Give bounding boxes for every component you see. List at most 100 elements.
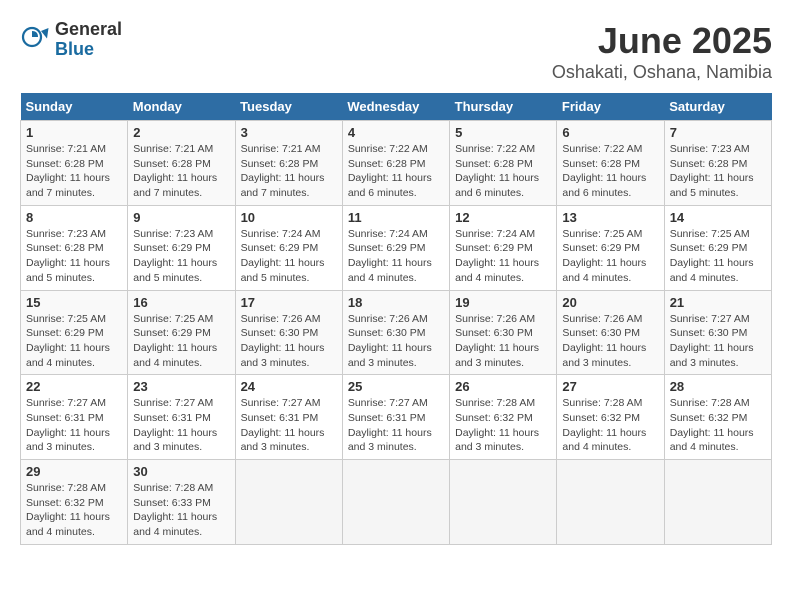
calendar-cell: 23 Sunrise: 7:27 AMSunset: 6:31 PMDaylig… [128, 375, 235, 460]
day-info: Sunrise: 7:26 AMSunset: 6:30 PMDaylight:… [348, 312, 444, 371]
calendar-cell: 11 Sunrise: 7:24 AMSunset: 6:29 PMDaylig… [342, 205, 449, 290]
day-number: 30 [133, 464, 229, 479]
month-title: June 2025 [552, 20, 772, 62]
day-info: Sunrise: 7:25 AMSunset: 6:29 PMDaylight:… [133, 312, 229, 371]
calendar-cell: 9 Sunrise: 7:23 AMSunset: 6:29 PMDayligh… [128, 205, 235, 290]
calendar-cell [235, 460, 342, 545]
day-number: 11 [348, 210, 444, 225]
calendar-table: Sunday Monday Tuesday Wednesday Thursday… [20, 93, 772, 545]
calendar-cell: 19 Sunrise: 7:26 AMSunset: 6:30 PMDaylig… [450, 290, 557, 375]
page-header: General Blue June 2025 Oshakati, Oshana,… [20, 20, 772, 83]
header-monday: Monday [128, 93, 235, 121]
calendar-cell: 5 Sunrise: 7:22 AMSunset: 6:28 PMDayligh… [450, 121, 557, 206]
header-sunday: Sunday [21, 93, 128, 121]
day-info: Sunrise: 7:24 AMSunset: 6:29 PMDaylight:… [348, 227, 444, 286]
calendar-cell [664, 460, 771, 545]
calendar-cell: 10 Sunrise: 7:24 AMSunset: 6:29 PMDaylig… [235, 205, 342, 290]
header-row: Sunday Monday Tuesday Wednesday Thursday… [21, 93, 772, 121]
calendar-cell: 2 Sunrise: 7:21 AMSunset: 6:28 PMDayligh… [128, 121, 235, 206]
day-number: 15 [26, 295, 122, 310]
calendar-cell [557, 460, 664, 545]
day-info: Sunrise: 7:27 AMSunset: 6:31 PMDaylight:… [26, 396, 122, 455]
day-info: Sunrise: 7:23 AMSunset: 6:29 PMDaylight:… [133, 227, 229, 286]
day-number: 2 [133, 125, 229, 140]
day-number: 17 [241, 295, 337, 310]
day-number: 20 [562, 295, 658, 310]
day-info: Sunrise: 7:27 AMSunset: 6:31 PMDaylight:… [348, 396, 444, 455]
calendar-cell: 12 Sunrise: 7:24 AMSunset: 6:29 PMDaylig… [450, 205, 557, 290]
day-number: 5 [455, 125, 551, 140]
day-number: 3 [241, 125, 337, 140]
logo-blue-text: Blue [55, 40, 122, 60]
header-saturday: Saturday [664, 93, 771, 121]
day-number: 14 [670, 210, 766, 225]
calendar-cell [450, 460, 557, 545]
day-info: Sunrise: 7:22 AMSunset: 6:28 PMDaylight:… [455, 142, 551, 201]
day-info: Sunrise: 7:22 AMSunset: 6:28 PMDaylight:… [348, 142, 444, 201]
day-info: Sunrise: 7:25 AMSunset: 6:29 PMDaylight:… [562, 227, 658, 286]
day-info: Sunrise: 7:21 AMSunset: 6:28 PMDaylight:… [133, 142, 229, 201]
calendar-week-1: 1 Sunrise: 7:21 AMSunset: 6:28 PMDayligh… [21, 121, 772, 206]
calendar-cell: 1 Sunrise: 7:21 AMSunset: 6:28 PMDayligh… [21, 121, 128, 206]
day-info: Sunrise: 7:25 AMSunset: 6:29 PMDaylight:… [670, 227, 766, 286]
day-info: Sunrise: 7:28 AMSunset: 6:32 PMDaylight:… [455, 396, 551, 455]
logo-text: General Blue [55, 20, 122, 60]
calendar-cell: 13 Sunrise: 7:25 AMSunset: 6:29 PMDaylig… [557, 205, 664, 290]
calendar-cell: 29 Sunrise: 7:28 AMSunset: 6:32 PMDaylig… [21, 460, 128, 545]
day-number: 29 [26, 464, 122, 479]
day-number: 21 [670, 295, 766, 310]
logo: General Blue [20, 20, 122, 60]
day-info: Sunrise: 7:27 AMSunset: 6:30 PMDaylight:… [670, 312, 766, 371]
day-info: Sunrise: 7:27 AMSunset: 6:31 PMDaylight:… [241, 396, 337, 455]
calendar-cell: 25 Sunrise: 7:27 AMSunset: 6:31 PMDaylig… [342, 375, 449, 460]
header-wednesday: Wednesday [342, 93, 449, 121]
day-info: Sunrise: 7:23 AMSunset: 6:28 PMDaylight:… [670, 142, 766, 201]
calendar-cell [342, 460, 449, 545]
day-info: Sunrise: 7:26 AMSunset: 6:30 PMDaylight:… [562, 312, 658, 371]
day-info: Sunrise: 7:24 AMSunset: 6:29 PMDaylight:… [455, 227, 551, 286]
calendar-cell: 18 Sunrise: 7:26 AMSunset: 6:30 PMDaylig… [342, 290, 449, 375]
day-number: 8 [26, 210, 122, 225]
day-info: Sunrise: 7:28 AMSunset: 6:33 PMDaylight:… [133, 481, 229, 540]
calendar-cell: 17 Sunrise: 7:26 AMSunset: 6:30 PMDaylig… [235, 290, 342, 375]
calendar-cell: 22 Sunrise: 7:27 AMSunset: 6:31 PMDaylig… [21, 375, 128, 460]
calendar-cell: 28 Sunrise: 7:28 AMSunset: 6:32 PMDaylig… [664, 375, 771, 460]
calendar-cell: 20 Sunrise: 7:26 AMSunset: 6:30 PMDaylig… [557, 290, 664, 375]
calendar-week-2: 8 Sunrise: 7:23 AMSunset: 6:28 PMDayligh… [21, 205, 772, 290]
calendar-cell: 6 Sunrise: 7:22 AMSunset: 6:28 PMDayligh… [557, 121, 664, 206]
day-number: 4 [348, 125, 444, 140]
calendar-cell: 4 Sunrise: 7:22 AMSunset: 6:28 PMDayligh… [342, 121, 449, 206]
calendar-cell: 24 Sunrise: 7:27 AMSunset: 6:31 PMDaylig… [235, 375, 342, 460]
day-number: 19 [455, 295, 551, 310]
day-number: 1 [26, 125, 122, 140]
day-info: Sunrise: 7:28 AMSunset: 6:32 PMDaylight:… [562, 396, 658, 455]
calendar-cell: 15 Sunrise: 7:25 AMSunset: 6:29 PMDaylig… [21, 290, 128, 375]
day-info: Sunrise: 7:21 AMSunset: 6:28 PMDaylight:… [241, 142, 337, 201]
day-number: 6 [562, 125, 658, 140]
day-info: Sunrise: 7:26 AMSunset: 6:30 PMDaylight:… [241, 312, 337, 371]
calendar-cell: 26 Sunrise: 7:28 AMSunset: 6:32 PMDaylig… [450, 375, 557, 460]
calendar-cell: 30 Sunrise: 7:28 AMSunset: 6:33 PMDaylig… [128, 460, 235, 545]
day-number: 28 [670, 379, 766, 394]
calendar-cell: 8 Sunrise: 7:23 AMSunset: 6:28 PMDayligh… [21, 205, 128, 290]
day-number: 22 [26, 379, 122, 394]
calendar-cell: 27 Sunrise: 7:28 AMSunset: 6:32 PMDaylig… [557, 375, 664, 460]
day-number: 7 [670, 125, 766, 140]
day-number: 18 [348, 295, 444, 310]
day-number: 10 [241, 210, 337, 225]
title-block: June 2025 Oshakati, Oshana, Namibia [552, 20, 772, 83]
logo-general: General [55, 20, 122, 40]
day-info: Sunrise: 7:28 AMSunset: 6:32 PMDaylight:… [26, 481, 122, 540]
calendar-week-5: 29 Sunrise: 7:28 AMSunset: 6:32 PMDaylig… [21, 460, 772, 545]
header-friday: Friday [557, 93, 664, 121]
calendar-cell: 7 Sunrise: 7:23 AMSunset: 6:28 PMDayligh… [664, 121, 771, 206]
location-title: Oshakati, Oshana, Namibia [552, 62, 772, 83]
day-number: 27 [562, 379, 658, 394]
day-number: 23 [133, 379, 229, 394]
logo-icon [20, 25, 50, 55]
day-number: 16 [133, 295, 229, 310]
day-number: 26 [455, 379, 551, 394]
day-info: Sunrise: 7:28 AMSunset: 6:32 PMDaylight:… [670, 396, 766, 455]
calendar-week-3: 15 Sunrise: 7:25 AMSunset: 6:29 PMDaylig… [21, 290, 772, 375]
day-number: 12 [455, 210, 551, 225]
